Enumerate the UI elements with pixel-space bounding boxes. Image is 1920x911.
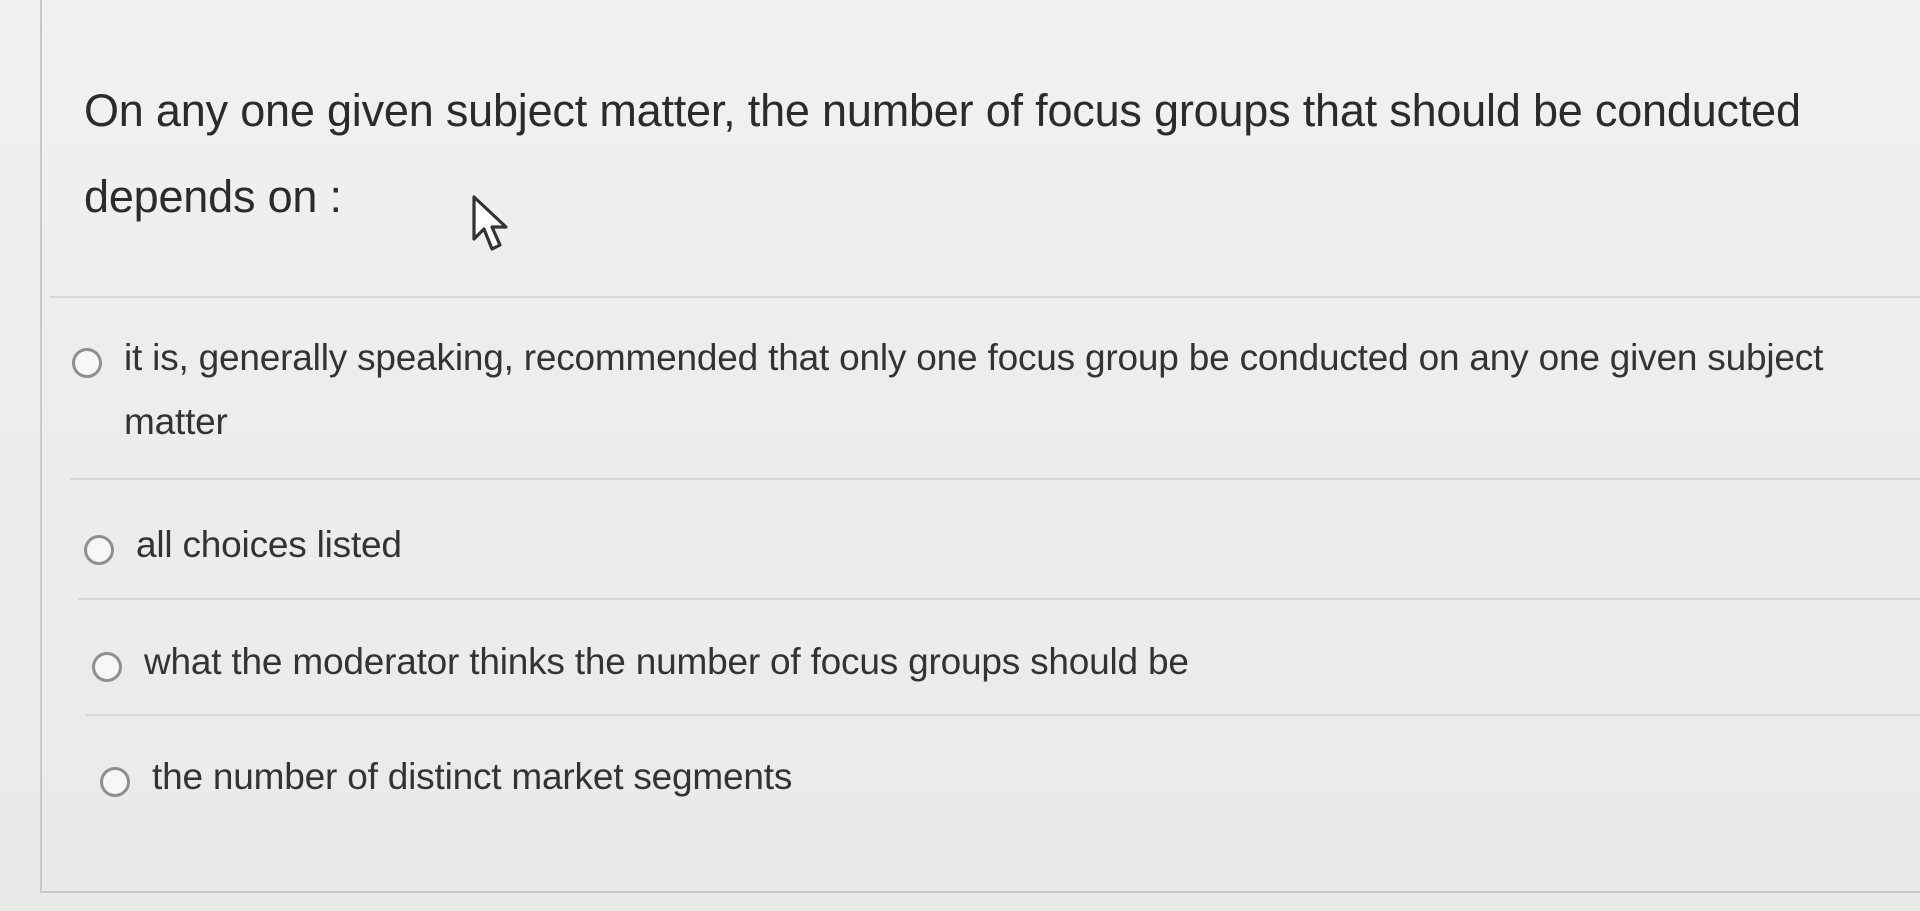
radio-button-icon[interactable] (84, 535, 114, 565)
answer-option-label: all choices listed (136, 524, 402, 565)
question-card: On any one given subject matter, the num… (40, 0, 1920, 893)
question-prompt: On any one given subject matter, the num… (84, 85, 1801, 222)
divider (78, 598, 1920, 600)
screen-background: On any one given subject matter, the num… (0, 0, 1920, 911)
divider (86, 714, 1920, 716)
answer-option-label: it is, generally speaking, recommended t… (124, 337, 1824, 442)
divider (50, 296, 1920, 298)
answer-option-4[interactable]: the number of distinct market segments (100, 756, 1900, 809)
answer-option-3[interactable]: what the moderator thinks the number of … (92, 641, 1902, 694)
answer-option-label: what the moderator thinks the number of … (144, 641, 1189, 682)
radio-button-icon[interactable] (92, 652, 122, 682)
answer-option-label: the number of distinct market segments (152, 756, 793, 797)
answer-option-1[interactable]: it is, generally speaking, recommended t… (72, 337, 1912, 454)
divider (70, 478, 1920, 480)
radio-button-icon[interactable] (100, 767, 130, 797)
radio-button-icon[interactable] (72, 348, 102, 378)
answer-option-2[interactable]: all choices listed (84, 524, 1904, 577)
mouse-pointer-icon (472, 195, 508, 251)
